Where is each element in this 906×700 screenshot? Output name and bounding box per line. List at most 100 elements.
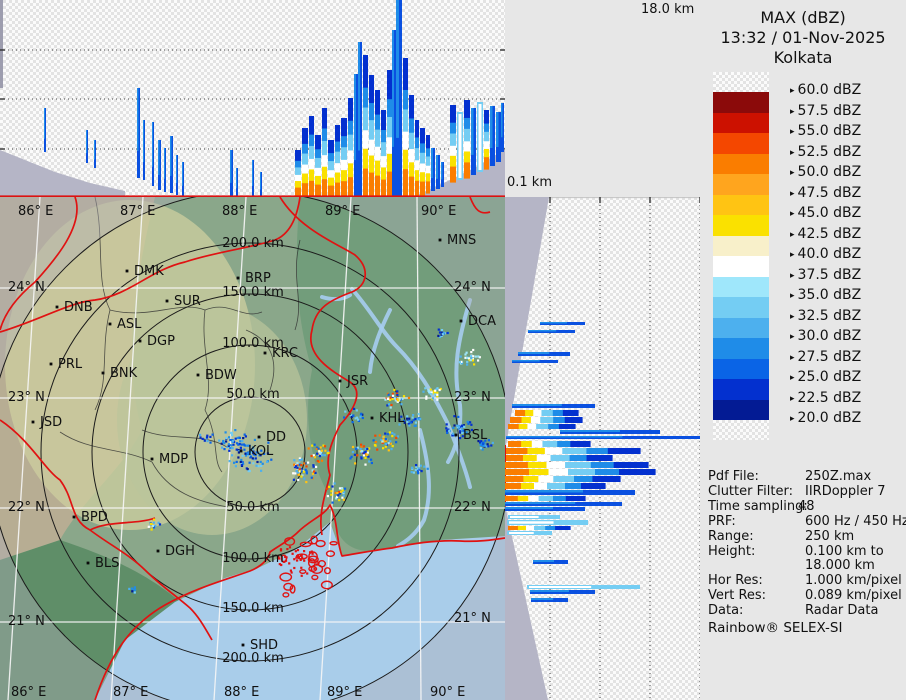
reflectivity-row: [568, 469, 596, 475]
radar-echo: [477, 355, 480, 358]
radar-echo: [297, 473, 301, 476]
legend-threshold-text: 22.5 dBZ: [797, 389, 862, 406]
reflectivity-column: [252, 160, 253, 186]
radar-echo: [349, 457, 352, 460]
reflectivity-row: [523, 476, 539, 482]
radar-echo: [437, 334, 440, 337]
radar-echo: [374, 441, 377, 444]
reflectivity-column: [403, 109, 408, 133]
radar-echo: [396, 397, 399, 401]
radar-echo: [423, 465, 426, 468]
radar-echo: [414, 417, 417, 421]
legend-and-info-column: MAX (dBZ) 13:32 / 01-Nov-2025 Kolkata ▸ 6…: [700, 0, 906, 700]
radar-echo: [246, 468, 249, 471]
info-label: PRF:: [708, 514, 736, 529]
radar-echo: [362, 454, 366, 457]
reflectivity-column: [403, 89, 408, 111]
reflectivity-column: [426, 135, 430, 149]
reflectivity-column: [302, 128, 308, 145]
radar-map-panel: 86° E 87° E 88° E 89° E 90° E 86° E 87° E 88° E…: [0, 197, 505, 700]
reflectivity-row: [531, 441, 544, 447]
reflectivity-row: [562, 448, 587, 454]
radar-echo: [300, 458, 303, 461]
legend-threshold-text: 32.5 dBZ: [797, 307, 862, 324]
reflectivity-column: [295, 160, 301, 168]
radar-echo: [469, 359, 472, 362]
latitude-label-right: 21° N: [454, 611, 491, 626]
radar-echo: [424, 387, 427, 390]
radar-echo: [366, 451, 369, 454]
radar-echo: [374, 434, 377, 437]
reflectivity-row: [521, 441, 533, 447]
radar-echo: [406, 420, 409, 423]
radar-echo: [482, 444, 485, 447]
reflectivity-column: [387, 171, 392, 197]
radar-echo: [422, 390, 425, 393]
radar-echo: [363, 451, 366, 454]
reflectivity-column: [381, 142, 386, 157]
radar-echo: [252, 462, 255, 465]
reflectivity-column: [381, 156, 386, 169]
reflectivity-column: [335, 125, 340, 143]
radar-echo: [446, 431, 449, 434]
reflectivity-column: [348, 163, 353, 178]
radar-echo: [466, 363, 469, 366]
reflectivity-column: [143, 120, 144, 162]
radar-echo: [308, 558, 311, 561]
reflectivity-column: [501, 103, 503, 138]
city-label: KRC: [272, 346, 298, 361]
radar-echo: [436, 391, 439, 394]
city-label: BDW: [205, 368, 237, 383]
reflectivity-column: [322, 108, 327, 130]
radar-echo: [234, 437, 237, 440]
radar-echo: [360, 457, 363, 460]
city-marker: [49, 362, 53, 366]
reflectivity-row: [528, 330, 557, 332]
info-label: Height:: [708, 544, 756, 559]
reflectivity-row: [538, 476, 554, 482]
radar-echo: [364, 456, 367, 459]
radar-echo: [429, 388, 432, 391]
city-marker: [156, 549, 160, 553]
legend-swatch: [713, 235, 769, 257]
reflectivity-row: [522, 455, 538, 461]
city-label: KOL: [248, 444, 274, 459]
radar-echo: [313, 443, 316, 446]
legend-swatch: [713, 112, 769, 134]
reflectivity-column: [415, 160, 419, 171]
radar-echo: [416, 470, 420, 474]
range-ring-label: 150.0 km: [222, 285, 284, 300]
radar-echo: [209, 435, 212, 438]
radar-echo: [337, 494, 340, 497]
radar-echo: [301, 556, 304, 559]
radar-echo: [338, 499, 341, 502]
reflectivity-column: [328, 170, 334, 179]
radar-echo: [259, 460, 262, 463]
radar-echo: [342, 498, 345, 501]
radar-echo: [253, 438, 256, 441]
radar-echo: [295, 465, 298, 468]
info-value: Radar Data: [805, 603, 879, 618]
reflectivity-row: [517, 496, 529, 501]
range-ring-label: 50.0 km: [226, 500, 279, 515]
radar-echo: [384, 438, 387, 441]
legend-threshold-text: 47.5 dBZ: [797, 184, 862, 201]
radar-echo: [470, 351, 473, 354]
city-marker: [370, 416, 374, 420]
reflectivity-column: [387, 70, 392, 100]
radar-echo: [294, 472, 297, 475]
radar-echo: [341, 487, 344, 490]
terrain-profile-west: [0, 150, 125, 197]
radar-echo: [387, 397, 390, 400]
legend-swatch: [713, 358, 769, 380]
legend-threshold-label: ▸ 22.5 dBZ: [790, 390, 861, 406]
radar-echo: [446, 331, 449, 335]
reflectivity-row: [607, 448, 641, 454]
reflectivity-column: [341, 170, 347, 182]
radar-echo: [239, 446, 242, 449]
radar-echo: [402, 395, 406, 398]
radar-application-window: { "legend": { "title": "MAX (dBZ)", "dat…: [0, 0, 906, 700]
radar-echo: [231, 454, 234, 457]
reflectivity-column: [381, 167, 386, 181]
radar-echo: [295, 556, 298, 559]
